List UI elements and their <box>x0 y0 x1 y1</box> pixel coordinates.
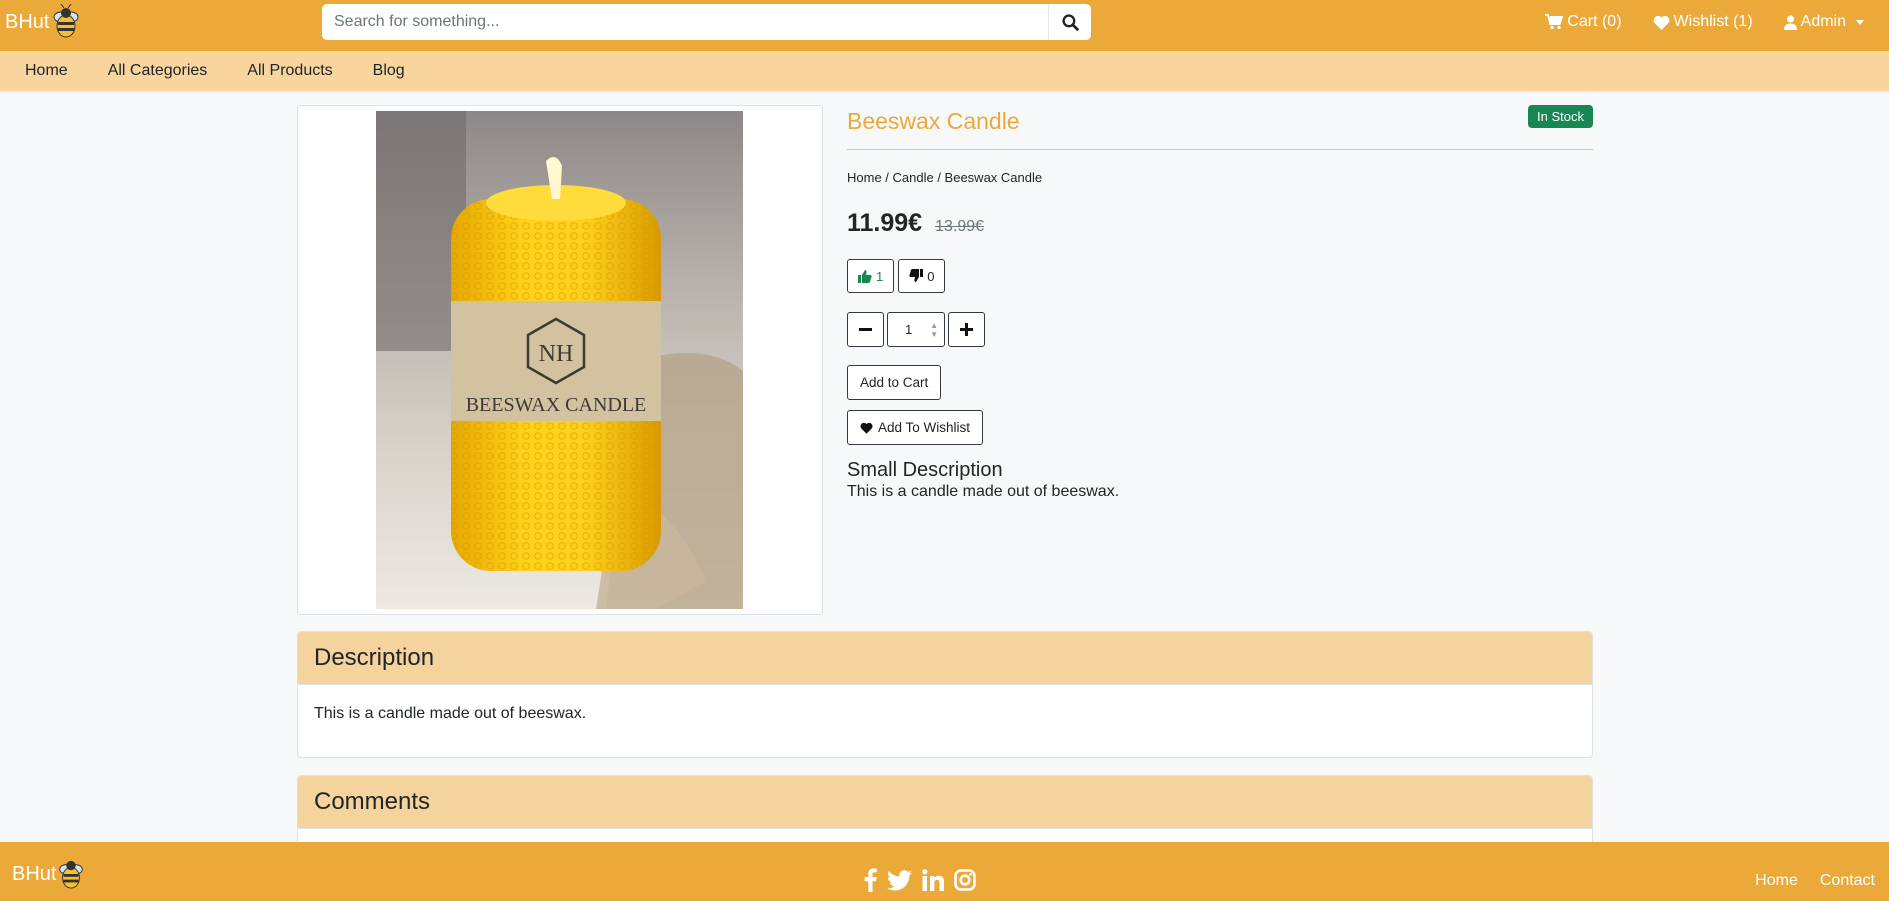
add-to-cart-label: Add to Cart <box>860 375 929 390</box>
plus-icon <box>960 323 973 336</box>
twitter-icon[interactable] <box>887 869 912 891</box>
product-image-container: NH BEESWAX CANDLE <box>297 105 823 615</box>
candle-label-text: BEESWAX CANDLE <box>466 394 647 416</box>
description-title: Description <box>298 632 1592 685</box>
thumbs-down-icon <box>909 269 924 282</box>
nav-home[interactable]: Home <box>25 62 68 80</box>
brand-name: BHut <box>5 10 50 33</box>
footer-link-home[interactable]: Home <box>1755 872 1798 890</box>
quantity-input[interactable]: 1 ▲ ▼ <box>887 312 945 347</box>
social-links <box>864 868 976 892</box>
increase-quantity-button[interactable] <box>948 312 985 347</box>
small-description-title: Small Description <box>847 459 1003 481</box>
cart-icon <box>1545 14 1564 30</box>
search-bar <box>322 4 1091 40</box>
search-button[interactable] <box>1049 4 1091 40</box>
like-button[interactable]: 1 <box>847 259 895 293</box>
heart-icon <box>860 422 873 434</box>
old-price: 13.99€ <box>935 218 985 235</box>
chevron-down-icon <box>1856 19 1864 25</box>
cart-label: Cart (0) <box>1567 13 1622 30</box>
minus-icon <box>859 328 872 331</box>
footer-brand-logo[interactable]: BHut <box>12 857 86 891</box>
bee-icon <box>53 4 79 38</box>
heart-icon <box>1653 15 1669 30</box>
wishlist-label: Wishlist (1) <box>1673 13 1753 30</box>
footer-links: Home Contact <box>1755 872 1875 890</box>
svg-text:NH: NH <box>539 341 574 367</box>
comments-title: Comments <box>298 776 1592 829</box>
product-details: Beeswax Candle In Stock Home / Candle / … <box>847 105 1593 501</box>
spinner-arrows-icon[interactable]: ▲ ▼ <box>930 321 938 339</box>
cart-link[interactable]: Cart (0) <box>1545 13 1622 31</box>
footer-link-contact[interactable]: Contact <box>1820 872 1875 890</box>
user-menu-dropdown[interactable]: Admin <box>1783 13 1864 31</box>
nav-blog[interactable]: Blog <box>373 62 405 80</box>
description-text: This is a candle made out of beeswax. <box>314 705 587 722</box>
user-icon <box>1783 14 1797 30</box>
add-to-wishlist-button[interactable]: Add To Wishlist <box>847 410 984 445</box>
quantity-stepper: 1 ▲ ▼ <box>847 312 1593 347</box>
dislike-count: 0 <box>927 268 935 284</box>
like-count: 1 <box>876 268 884 284</box>
product-image[interactable]: NH BEESWAX CANDLE <box>376 111 743 609</box>
nav-all-categories[interactable]: All Categories <box>108 62 208 80</box>
top-navbar: BHut Cart (0) Wishlist (1) Admin <box>0 0 1889 51</box>
facebook-icon[interactable] <box>864 868 877 892</box>
description-card: Description This is a candle made out of… <box>297 631 1593 758</box>
wishlist-link[interactable]: Wishlist (1) <box>1653 13 1753 31</box>
thumbs-up-icon <box>858 270 872 283</box>
stock-badge: In Stock <box>1528 105 1593 128</box>
price-block: 11.99€ 13.99€ <box>847 209 1593 238</box>
add-to-wishlist-label: Add To Wishlist <box>878 420 971 435</box>
footer-brand-name: BHut <box>12 862 57 885</box>
search-input[interactable] <box>322 4 1049 40</box>
user-label: Admin <box>1800 13 1846 30</box>
decrease-quantity-button[interactable] <box>847 312 884 347</box>
quantity-value: 1 <box>905 322 913 337</box>
divider <box>847 149 1593 150</box>
user-nav: Cart (0) Wishlist (1) Admin <box>1545 0 1864 44</box>
add-to-cart-button[interactable]: Add to Cart <box>847 365 942 400</box>
bee-icon <box>59 860 84 889</box>
brand-logo[interactable]: BHut <box>5 4 82 40</box>
instagram-icon[interactable] <box>954 869 976 891</box>
product-title: Beeswax Candle <box>847 108 1020 134</box>
dislike-button[interactable]: 0 <box>898 259 946 293</box>
breadcrumb[interactable]: Home / Candle / Beeswax Candle <box>847 170 1593 185</box>
vote-buttons: 1 0 <box>847 259 1593 293</box>
small-description-text: This is a candle made out of beeswax. <box>847 483 1120 500</box>
search-icon <box>1061 13 1079 31</box>
linkedin-icon[interactable] <box>922 869 944 891</box>
category-nav: Home All Categories All Products Blog <box>0 51 1889 91</box>
nav-all-products[interactable]: All Products <box>247 62 332 80</box>
current-price: 11.99€ <box>847 209 923 237</box>
